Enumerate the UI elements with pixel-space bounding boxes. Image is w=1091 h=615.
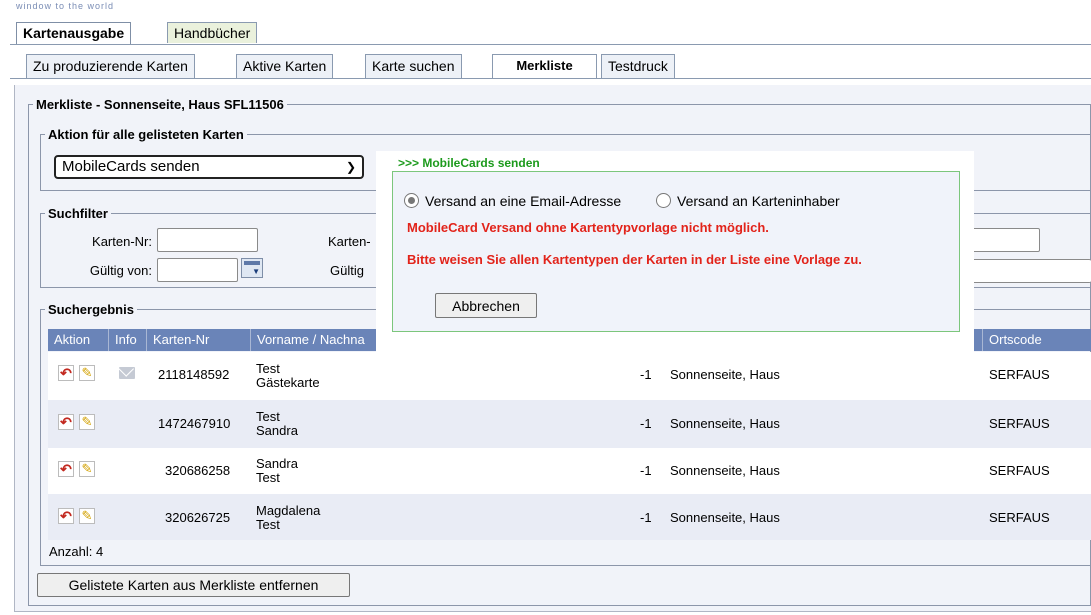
ortscode-cell: SERFAUS: [989, 510, 1050, 525]
pencil-icon[interactable]: ✎: [79, 365, 95, 381]
column-karten-nr[interactable]: Karten-Nr: [146, 329, 250, 351]
tab-merkliste[interactable]: Merkliste: [492, 54, 597, 79]
mail-icon[interactable]: [119, 367, 135, 379]
undo-icon[interactable]: ↶: [58, 414, 74, 430]
karten-filter-input-partial[interactable]: [970, 228, 1040, 252]
haus-cell: Sonnenseite, Haus: [670, 510, 780, 525]
cancel-button[interactable]: Abbrechen: [435, 293, 537, 318]
dialog-content: Versand an eine Email-Adresse Versand an…: [392, 171, 960, 332]
karten-label-partial: Karten-: [328, 234, 371, 249]
undo-icon[interactable]: ↶: [58, 461, 74, 477]
vorname-cell: Test: [256, 361, 280, 376]
undo-icon[interactable]: ↶: [58, 508, 74, 524]
tab-testdruck[interactable]: Testdruck: [601, 54, 675, 78]
header-tagline: window to the world: [16, 2, 115, 10]
ortscode-cell: SERFAUS: [989, 463, 1050, 478]
haus-cell: Sonnenseite, Haus: [670, 463, 780, 478]
nachname-cell: Test: [256, 470, 280, 485]
vorname-cell: Test: [256, 409, 280, 424]
suchfilter-legend: Suchfilter: [48, 206, 108, 221]
table-row: ↶ ✎ 320626725 Magdalena Test -1 Sonnense…: [48, 494, 1091, 540]
pencil-icon[interactable]: ✎: [79, 508, 95, 524]
karten-nr-label: Karten-Nr:: [92, 234, 152, 249]
error-message-1: MobileCard Versand ohne Kartentypvorlage…: [407, 220, 769, 235]
suchergebnis-legend: Suchergebnis: [48, 302, 134, 317]
gueltig-label-partial: Gültig: [330, 263, 364, 278]
gueltig-von-label: Gültig von:: [89, 263, 152, 278]
table-row: ↶ ✎ 2118148592 Test Gästekarte -1 Sonnen…: [48, 352, 1091, 400]
ortscode-cell: SERFAUS: [989, 367, 1050, 382]
merkliste-legend: Merkliste - Sonnenseite, Haus SFL11506: [36, 97, 284, 112]
pencil-icon[interactable]: ✎: [79, 461, 95, 477]
karten-nr-cell: 1472467910: [158, 416, 231, 431]
radio-karteninhaber[interactable]: [656, 193, 671, 208]
value-cell: -1: [640, 463, 652, 478]
error-message-2: Bitte weisen Sie allen Kartentypen der K…: [407, 252, 862, 267]
nachname-cell: Sandra: [256, 423, 298, 438]
chevron-down-icon: ❯: [345, 160, 356, 174]
value-cell: -1: [640, 510, 652, 525]
tab-zu-produzierende-karten[interactable]: Zu produzierende Karten: [26, 54, 195, 78]
undo-icon[interactable]: ↶: [58, 365, 74, 381]
aktion-select-value: MobileCards senden: [62, 158, 200, 175]
tab-kartenausgabe[interactable]: Kartenausgabe: [16, 22, 132, 45]
vorname-cell: Sandra: [256, 456, 298, 471]
karten-nr-cell: 320626725: [165, 510, 231, 525]
karten-nr-input[interactable]: [157, 228, 258, 252]
radio-karteninhaber-label[interactable]: Versand an Karteninhaber: [677, 193, 840, 209]
karten-nr-cell: 2118148592: [158, 367, 230, 382]
remove-from-list-button[interactable]: Gelistete Karten aus Merkliste entfernen: [37, 573, 350, 597]
result-count: Anzahl: 4: [49, 544, 104, 559]
value-cell: -1: [640, 416, 652, 431]
vorname-cell: Magdalena: [256, 503, 321, 518]
tab-aktive-karten[interactable]: Aktive Karten: [236, 54, 334, 78]
column-info[interactable]: Info: [108, 329, 146, 351]
column-ortscode[interactable]: Ortscode: [982, 329, 1091, 351]
pencil-icon[interactable]: ✎: [79, 414, 95, 430]
haus-cell: Sonnenseite, Haus: [670, 367, 780, 382]
radio-email[interactable]: [404, 193, 419, 208]
nachname-cell: Gästekarte: [256, 375, 320, 390]
haus-cell: Sonnenseite, Haus: [670, 416, 780, 431]
gueltig-bis-input-partial[interactable]: [970, 259, 1091, 283]
sub-tabs-divider: [10, 78, 1091, 79]
nachname-cell: Test: [256, 517, 280, 532]
aktion-select[interactable]: MobileCards senden ❯: [54, 155, 364, 179]
calendar-icon[interactable]: ▼: [241, 258, 263, 278]
karten-nr-cell: 320686258: [165, 463, 231, 478]
ortscode-cell: SERFAUS: [989, 416, 1050, 431]
radio-email-label[interactable]: Versand an eine Email-Adresse: [425, 193, 621, 209]
column-aktion[interactable]: Aktion: [48, 329, 108, 351]
value-cell: -1: [640, 367, 652, 382]
top-tabs-divider: [10, 44, 1091, 45]
mobilecards-dialog: >>> MobileCards senden Versand an eine E…: [376, 151, 974, 352]
table-row: ↶ ✎ 320686258 Sandra Test -1 Sonnenseite…: [48, 448, 1091, 496]
tab-handbuecher[interactable]: Handbücher: [167, 22, 258, 43]
aktion-legend: Aktion für alle gelisteten Karten: [48, 127, 244, 142]
gueltig-von-input[interactable]: [157, 258, 238, 282]
tab-karte-suchen[interactable]: Karte suchen: [365, 54, 462, 78]
dialog-title: >>> MobileCards senden: [398, 156, 540, 170]
table-row: ↶ ✎ 1472467910 Test Sandra -1 Sonnenseit…: [48, 400, 1091, 448]
